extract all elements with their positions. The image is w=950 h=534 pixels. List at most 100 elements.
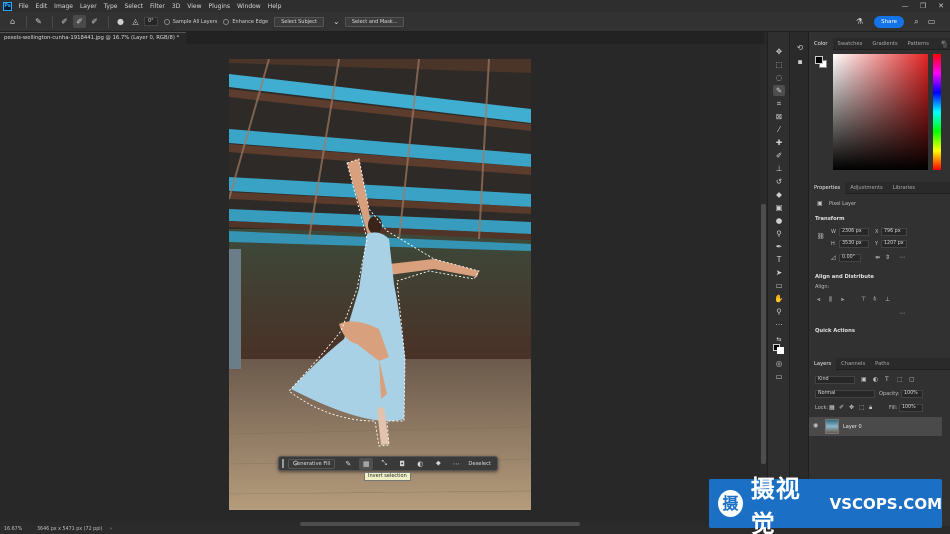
subtract-from-selection-icon[interactable]: ✐	[88, 15, 101, 28]
menu-image[interactable]: Image	[51, 3, 77, 10]
invert-selection-icon[interactable]: ▦	[359, 457, 374, 470]
blur-tool-icon[interactable]: ●	[773, 215, 785, 226]
panel-scrollbar[interactable]	[943, 42, 947, 48]
menu-3d[interactable]: 3D	[168, 3, 183, 10]
modify-selection-icon[interactable]: ✎	[341, 458, 355, 470]
lock-pixels-icon[interactable]: ✐	[839, 404, 844, 411]
learn-flask-icon[interactable]: ⚗	[853, 15, 866, 28]
color-picker-field[interactable]	[833, 54, 928, 170]
link-icon[interactable]: ⛓	[817, 233, 825, 240]
brush-tool-icon[interactable]: ✐	[773, 150, 785, 161]
vertical-scrollbar[interactable]	[760, 44, 767, 522]
tab-channels[interactable]: Channels	[836, 358, 870, 370]
new-selection-icon[interactable]: ✐	[58, 15, 71, 28]
edit-toolbar-icon[interactable]: ⋯	[773, 319, 785, 330]
path-selection-icon[interactable]: ➤	[773, 267, 785, 278]
restore-icon[interactable]: ❐	[914, 2, 932, 10]
filter-type-icon[interactable]: T	[885, 376, 889, 383]
blend-mode-select[interactable]: Normal	[815, 390, 875, 398]
select-and-mask-button[interactable]: Select and Mask...	[344, 16, 405, 27]
lock-all-icon[interactable]: 🔒︎	[869, 404, 872, 412]
stamp-tool-icon[interactable]: ⊥	[773, 163, 785, 174]
menu-plugins[interactable]: Plugins	[205, 3, 234, 10]
align-distribute-title[interactable]: Align and Distribute	[815, 274, 874, 280]
opacity-field[interactable]: 100%	[901, 390, 923, 398]
quick-selection-tool-icon[interactable]: ✎	[773, 85, 785, 96]
select-subject-button[interactable]: Select Subject	[274, 16, 324, 27]
crop-tool-icon[interactable]: ⌗	[773, 98, 785, 109]
align-center-h-icon[interactable]: ⫼	[829, 296, 832, 304]
share-button[interactable]: Share	[874, 15, 904, 28]
align-left-icon[interactable]: ⫷	[817, 296, 820, 304]
zoom-tool-icon[interactable]: ⚲	[773, 306, 785, 317]
add-to-selection-icon[interactable]: ✐	[73, 15, 86, 28]
adjustment-layer-icon[interactable]: ◐	[413, 458, 427, 470]
filter-shape-icon[interactable]: ⬚	[897, 376, 903, 383]
type-tool-icon[interactable]: T	[773, 254, 785, 265]
more-transform-icon[interactable]: ⋯	[899, 254, 905, 261]
menu-layer[interactable]: Layer	[76, 3, 100, 10]
comments-panel-icon[interactable]: ▪	[794, 56, 806, 67]
tab-layers[interactable]: Layers	[809, 357, 837, 370]
lasso-tool-icon[interactable]: ◌	[773, 72, 785, 83]
layer-name[interactable]: Layer 0	[843, 424, 862, 430]
brush-angle-icon[interactable]: ◬	[129, 15, 142, 28]
align-bottom-icon[interactable]: ⊥	[885, 296, 890, 303]
menu-select[interactable]: Select	[121, 3, 147, 10]
menu-help[interactable]: Help	[264, 3, 285, 10]
history-brush-icon[interactable]: ↺	[773, 176, 785, 187]
quick-selection-preset-icon[interactable]: ✎	[32, 15, 45, 28]
menu-type[interactable]: Type	[100, 3, 121, 10]
tab-swatches[interactable]: Swatches	[833, 38, 868, 50]
sample-all-layers-checkbox[interactable]: Sample All Layers	[163, 18, 217, 25]
align-center-v-icon[interactable]: ⫩	[873, 296, 876, 304]
align-right-icon[interactable]: ⫸	[841, 296, 844, 304]
hand-tool-icon[interactable]: ✋	[773, 293, 785, 304]
tab-libraries[interactable]: Libraries	[888, 182, 920, 194]
fill-field[interactable]: 100%	[899, 404, 923, 412]
filter-smart-object-icon[interactable]: ▢	[909, 376, 915, 383]
menu-file[interactable]: File	[15, 3, 32, 10]
angle-field[interactable]: 0°	[144, 17, 158, 26]
x-field[interactable]: 796 px	[881, 228, 907, 236]
document-image[interactable]	[229, 59, 531, 510]
frame-tool-icon[interactable]: ⊠	[773, 111, 785, 122]
search-icon[interactable]: ⌕	[910, 15, 923, 28]
history-panel-icon[interactable]: ⟲	[794, 42, 806, 53]
workspace-icon[interactable]: ▭	[925, 15, 938, 28]
width-field[interactable]: 2306 px	[839, 228, 869, 236]
dodge-tool-icon[interactable]: ⚲	[773, 228, 785, 239]
zoom-level[interactable]: 16.67%	[4, 526, 22, 534]
layer-kind-filter[interactable]: Kind	[815, 376, 855, 384]
tab-color[interactable]: Color	[809, 37, 833, 50]
menu-filter[interactable]: Filter	[147, 3, 169, 10]
lock-position-icon[interactable]: ✥	[849, 404, 854, 411]
home-icon[interactable]: ⌂	[6, 15, 19, 28]
eyedropper-tool-icon[interactable]: ⁄	[773, 124, 785, 135]
quick-mask-icon[interactable]: ◎	[773, 358, 785, 369]
tab-properties[interactable]: Properties	[809, 181, 846, 194]
close-icon[interactable]: ✕	[932, 2, 950, 10]
move-tool-icon[interactable]: ✥	[773, 46, 785, 57]
fill-selection-icon[interactable]: ⬥	[431, 458, 445, 470]
screen-mode-icon[interactable]: ▭	[773, 371, 785, 382]
foreground-background-swatch[interactable]	[773, 343, 785, 354]
document-tab[interactable]: pexels-wellington-cunha-1918441.jpg @ 16…	[0, 32, 186, 44]
tab-patterns[interactable]: Patterns	[903, 38, 934, 50]
tab-paths[interactable]: Paths	[870, 358, 894, 370]
menu-edit[interactable]: Edit	[32, 3, 51, 10]
visibility-eye-icon[interactable]: ◉	[813, 422, 818, 429]
tab-adjustments[interactable]: Adjustments	[845, 182, 888, 194]
transform-selection-icon[interactable]: ⤡	[377, 458, 391, 470]
generative-fill-button[interactable]: ⬡ Generative Fill	[288, 458, 336, 469]
flip-vertical-icon[interactable]: ⇕	[885, 254, 890, 261]
healing-brush-icon[interactable]: ✚	[773, 137, 785, 148]
lock-transparent-icon[interactable]: ▦	[829, 404, 835, 411]
eraser-tool-icon[interactable]: ◆	[773, 189, 785, 200]
lock-artboard-icon[interactable]: ⬚	[859, 404, 865, 411]
create-mask-icon[interactable]: ◘	[395, 458, 409, 470]
layer-row[interactable]: ◉ Layer 0	[809, 417, 942, 436]
hue-slider[interactable]	[933, 54, 941, 170]
rectangle-tool-icon[interactable]: ▭	[773, 280, 785, 291]
foreground-color-swatch[interactable]	[815, 56, 823, 64]
